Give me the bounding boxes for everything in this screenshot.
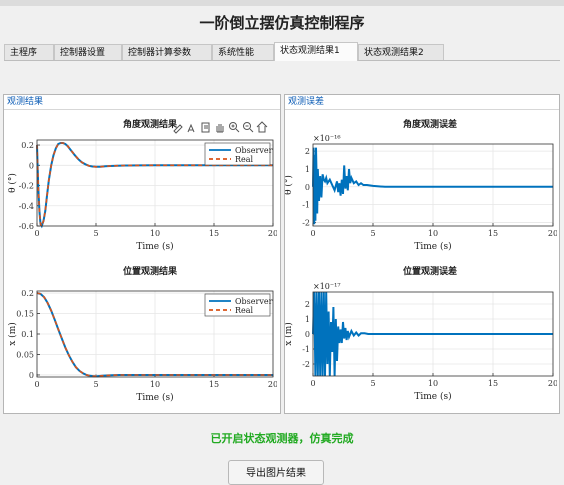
x-tick-label: 5 [93, 229, 98, 238]
x-axis-label: Time (s) [136, 241, 173, 252]
tab-observer-results-2[interactable]: 状态观测结果2 [358, 44, 444, 60]
y-tick-label: -0.2 [19, 182, 34, 191]
y-tick-label: -2 [302, 218, 310, 227]
x-tick-label: 10 [428, 379, 438, 388]
x-tick-label: 0 [310, 229, 315, 238]
angle-error-chart[interactable]: 0 5 10 15 20 -2 -1 0 1 2 Time (s) θ (°) ×10⁻¹⁶ [285, 128, 557, 256]
x-tick-label: 20 [268, 380, 277, 389]
y-tick-label: 1 [305, 315, 310, 324]
tab-controller-parameters[interactable]: 控制器计算参数 [122, 44, 212, 60]
x-tick-label: 5 [93, 380, 98, 389]
legend-label: Real [235, 306, 254, 315]
position-result-chart[interactable]: 0 5 10 15 20 0 0.05 0.1 0.15 0.2 Time (s) x (m) Obse… [5, 276, 277, 408]
tab-main[interactable]: 主程序 [4, 44, 54, 60]
app-title: 一阶倒立摆仿真控制程序 [199, 14, 365, 32]
y-tick-label: 0.15 [16, 310, 34, 319]
y-tick-label: -1 [302, 201, 310, 210]
window-titlebar [0, 0, 564, 6]
y-tick-label: 0.2 [21, 141, 34, 150]
x-tick-label: 0 [34, 380, 39, 389]
y-axis-label: x (m) [7, 322, 18, 346]
legend-label: Observer [235, 297, 273, 306]
legend-label: Real [235, 155, 254, 164]
x-tick-label: 10 [428, 229, 438, 238]
y-tick-label: 0 [305, 183, 310, 192]
legend-label: Observer [235, 146, 273, 155]
x-tick-label: 10 [150, 229, 160, 238]
x-tick-label: 20 [548, 229, 557, 238]
x-axis-label: Time (s) [414, 391, 451, 402]
x-axis-label: Time (s) [136, 392, 173, 403]
y-tick-label: 0 [29, 371, 34, 380]
x-tick-label: 10 [150, 380, 160, 389]
y-tick-label: -2 [302, 360, 310, 369]
y-tick-label: 0.1 [21, 330, 34, 339]
observation-error-panel-title: 观测误差 [285, 95, 559, 110]
export-image-button[interactable]: 导出图片结果 [228, 460, 324, 485]
y-tick-label: 1 [305, 165, 310, 174]
tab-bar: 主程序 控制器设置 控制器计算参数 系统性能 状态观测结果1 状态观测结果2 [4, 42, 560, 61]
x-tick-label: 5 [370, 229, 375, 238]
y-axis-label: θ (°) [7, 173, 18, 193]
x-tick-label: 15 [488, 229, 498, 238]
angle-result-chart[interactable]: 0 5 10 15 20 -0.6 -0.4 -0.2 0 0.2 Time (s) θ (°) Obs… [5, 128, 277, 256]
position-error-chart[interactable]: 0 5 10 15 20 -2 -1 0 1 2 Time (s) x (m) ×10⁻¹⁷ [285, 276, 557, 408]
y-tick-label: -1 [302, 345, 310, 354]
y-tick-label: 2 [305, 300, 310, 309]
x-axis-label: Time (s) [414, 241, 451, 252]
y-tick-label: 2 [305, 147, 310, 156]
y-exponent-label: ×10⁻¹⁷ [313, 282, 341, 291]
y-axis-label: θ (°) [285, 175, 294, 195]
x-tick-label: 0 [34, 229, 39, 238]
x-tick-label: 15 [209, 229, 219, 238]
y-tick-label: 0 [29, 161, 34, 170]
y-axis-label: x (m) [285, 322, 294, 346]
y-exponent-label: ×10⁻¹⁶ [313, 134, 341, 143]
x-tick-label: 15 [209, 380, 219, 389]
x-tick-label: 15 [488, 379, 498, 388]
tab-controller-settings[interactable]: 控制器设置 [54, 44, 122, 60]
y-tick-label: -0.4 [19, 202, 34, 211]
tab-observer-results-1[interactable]: 状态观测结果1 [274, 42, 358, 61]
y-tick-label: 0.2 [21, 289, 34, 298]
x-tick-label: 5 [370, 379, 375, 388]
tab-system-performance[interactable]: 系统性能 [212, 44, 274, 60]
status-message: 已开启状态观测器，仿真完成 [210, 432, 354, 445]
x-tick-label: 20 [548, 379, 557, 388]
y-tick-label: 0 [305, 330, 310, 339]
x-tick-label: 20 [268, 229, 277, 238]
observation-results-panel-title: 观测结果 [4, 95, 280, 110]
y-tick-label: 0.05 [16, 350, 34, 359]
y-tick-label: -0.6 [19, 222, 34, 231]
x-tick-label: 0 [310, 379, 315, 388]
